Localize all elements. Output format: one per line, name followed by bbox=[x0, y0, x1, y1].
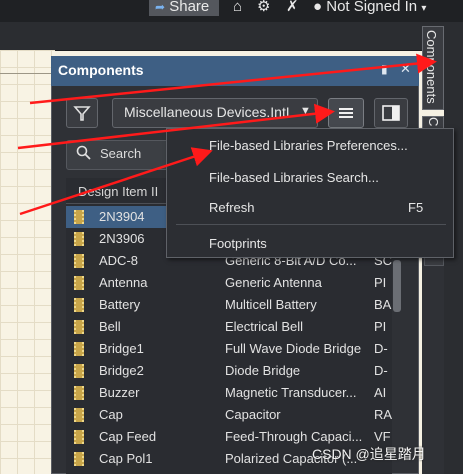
annotation-arrows bbox=[17, 53, 437, 216]
arrow-to-preferences bbox=[19, 147, 213, 216]
arrow-to-components-tab bbox=[29, 53, 437, 105]
watermark: CSDN @追星踏月 bbox=[312, 446, 426, 462]
arrow-to-menu-button bbox=[17, 103, 335, 150]
